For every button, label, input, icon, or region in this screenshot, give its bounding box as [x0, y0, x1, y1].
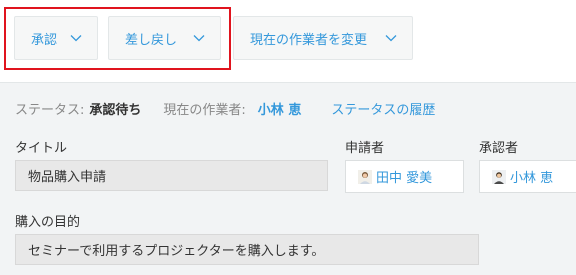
change-assignee-button[interactable]: 現在の作業者を変更 — [233, 16, 413, 60]
status-bar: ステータス: 承認待ち 現在の作業者: 小林 恵 ステータスの履歴 — [15, 98, 435, 118]
status-value: 承認待ち — [89, 102, 142, 118]
approver-label: 承認者 — [479, 141, 519, 156]
title-field: 物品購入申請 — [15, 160, 328, 191]
assignee-link[interactable]: 小林 恵 — [258, 99, 302, 118]
applicant-label: 申請者 — [345, 141, 385, 156]
assignee-label: 現在の作業者: — [163, 102, 246, 118]
user-avatar-icon — [492, 169, 506, 184]
user-avatar-icon — [358, 169, 372, 184]
title-label: タイトル — [15, 141, 68, 156]
chevron-down-icon — [384, 31, 398, 45]
approver-name: 小林 恵 — [510, 171, 554, 186]
change-assignee-button-label: 現在の作業者を変更 — [250, 32, 368, 48]
approver-user[interactable]: 小林 恵 — [479, 160, 576, 193]
highlight-box — [4, 7, 231, 70]
status-label: ステータス: — [15, 102, 85, 118]
purpose-label: 購入の目的 — [15, 215, 81, 230]
status-history-link[interactable]: ステータスの履歴 — [331, 99, 435, 118]
purpose-field: セミナーで利用するプロジェクターを購入します。 — [15, 234, 479, 265]
action-toolbar: 承認 差し戻し 現在の作業者を変更 — [0, 0, 576, 82]
title-value: 物品購入申請 — [28, 170, 107, 185]
purpose-value: セミナーで利用するプロジェクターを購入します。 — [28, 244, 325, 259]
applicant-name: 田中 愛美 — [376, 171, 433, 186]
applicant-user[interactable]: 田中 愛美 — [345, 160, 464, 193]
